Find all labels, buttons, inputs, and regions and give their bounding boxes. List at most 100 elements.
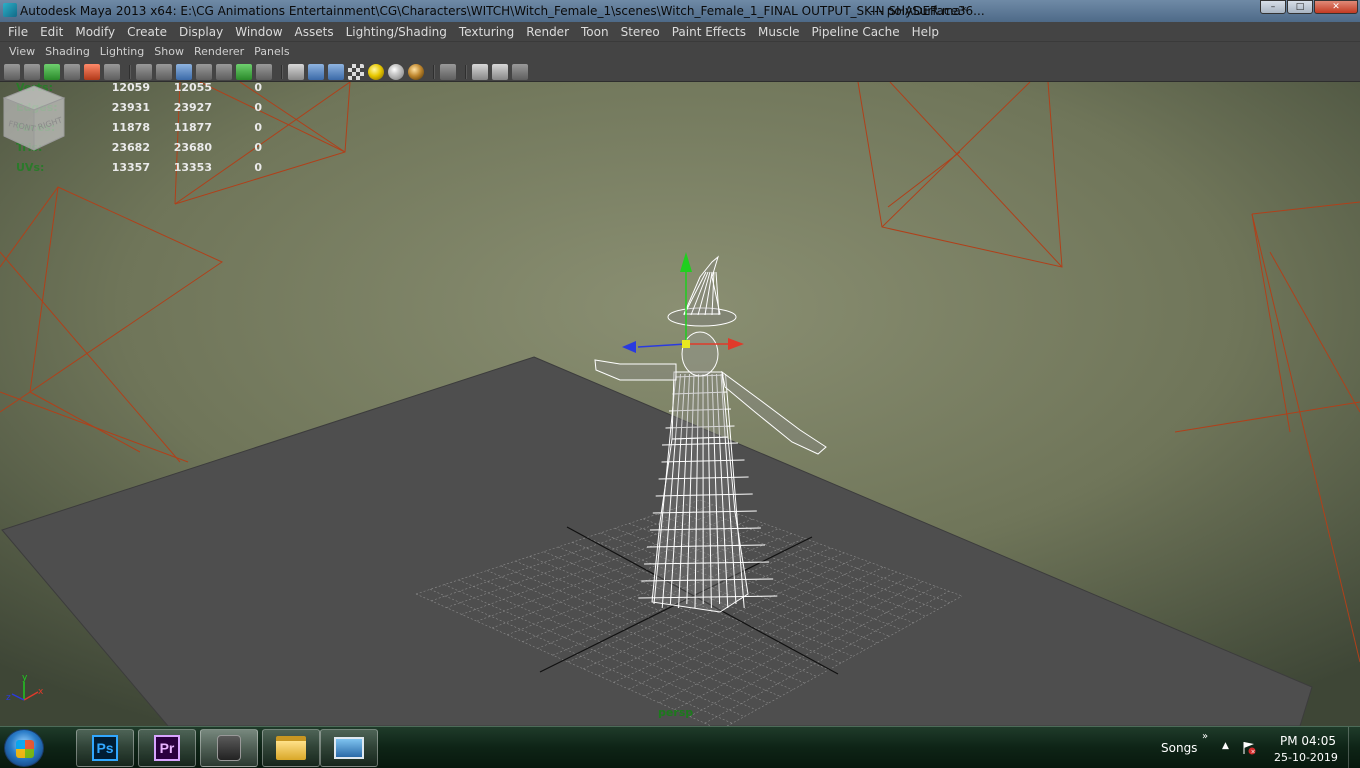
toolbar-separator xyxy=(129,64,131,79)
field-chart-icon[interactable] xyxy=(216,63,232,80)
default-light-icon[interactable] xyxy=(368,63,384,80)
grease-pencil-icon[interactable] xyxy=(104,63,120,80)
menu-pipeline-cache[interactable]: Pipeline Cache xyxy=(806,22,906,42)
axis-x-label: x xyxy=(38,687,44,697)
taskbar-maya[interactable] xyxy=(200,729,258,767)
panel-menu-view[interactable]: View xyxy=(4,42,40,62)
image-plane-icon[interactable] xyxy=(64,63,80,80)
menu-assets[interactable]: Assets xyxy=(289,22,340,42)
safe-title-icon[interactable] xyxy=(256,63,272,80)
menu-paint-effects[interactable]: Paint Effects xyxy=(666,22,752,42)
wireframe-on-shaded-icon[interactable] xyxy=(328,63,344,80)
panel-menu-renderer[interactable]: Renderer xyxy=(189,42,249,62)
menu-display[interactable]: Display xyxy=(173,22,229,42)
hud-value: 23680 xyxy=(173,141,212,154)
wireframe-icon[interactable] xyxy=(288,63,304,80)
hud-label: UVs: xyxy=(16,161,45,174)
safe-action-icon[interactable] xyxy=(236,63,252,80)
xray-joints-icon[interactable] xyxy=(492,63,508,80)
xray-icon[interactable] xyxy=(472,63,488,80)
clock-time[interactable]: PM 04:05 xyxy=(1280,734,1336,748)
hud-value: 0 xyxy=(254,121,262,134)
camera-select-icon[interactable] xyxy=(4,63,20,80)
hud-value: 0 xyxy=(254,161,262,174)
panel-menu-lighting[interactable]: Lighting xyxy=(95,42,149,62)
premiere-icon: Pr xyxy=(154,735,180,761)
main-menubar: File Edit Modify Create Display Window A… xyxy=(0,22,1360,42)
perspective-viewport[interactable]: y x z Verts: 12059 12055 0 Edges: 23931 … xyxy=(0,82,1360,726)
hud-value: 0 xyxy=(254,141,262,154)
hud-value: 11878 xyxy=(111,121,150,134)
show-hidden-icons-icon[interactable]: ▲ xyxy=(1222,741,1229,751)
taskbar-photoshop[interactable]: Ps xyxy=(76,729,134,767)
isolate-select-icon[interactable] xyxy=(440,63,456,80)
toolbar-separator xyxy=(281,64,283,79)
minimize-icon[interactable]: – xyxy=(1260,0,1286,14)
maya-app-window: Autodesk Maya 2013 x64: E:\CG Animations… xyxy=(0,0,1360,768)
shadows-icon[interactable] xyxy=(408,63,424,80)
hud-value: 12055 xyxy=(173,82,212,94)
system-tray: Songs » ▲ × PM 04:05 25-10-2019 xyxy=(1150,727,1360,768)
taskbar-premiere[interactable]: Pr xyxy=(138,729,196,767)
hud-value: 0 xyxy=(254,82,262,94)
menu-help[interactable]: Help xyxy=(906,22,945,42)
tray-toolbar-label[interactable]: Songs xyxy=(1161,741,1197,755)
bookmark-icon[interactable] xyxy=(44,63,60,80)
panel-toolbar xyxy=(0,62,1360,82)
menu-texturing[interactable]: Texturing xyxy=(453,22,520,42)
menu-muscle[interactable]: Muscle xyxy=(752,22,806,42)
hud-value: 23927 xyxy=(173,101,212,114)
view-cube[interactable]: FRONT RIGHT xyxy=(0,82,68,152)
gate-mask-icon[interactable] xyxy=(196,63,212,80)
panel-menu-show[interactable]: Show xyxy=(149,42,189,62)
high-quality-icon[interactable] xyxy=(512,63,528,80)
all-lights-icon[interactable] xyxy=(388,63,404,80)
toolbar-separator xyxy=(433,64,435,79)
menu-create[interactable]: Create xyxy=(121,22,173,42)
svg-text:×: × xyxy=(1251,749,1256,756)
panel-menu-panels[interactable]: Panels xyxy=(249,42,294,62)
textured-icon[interactable] xyxy=(348,63,364,80)
hud-value: 0 xyxy=(254,101,262,114)
menu-file[interactable]: File xyxy=(2,22,34,42)
photoshop-icon: Ps xyxy=(92,735,118,761)
hud-value: 11877 xyxy=(173,121,212,134)
menu-edit[interactable]: Edit xyxy=(34,22,69,42)
smooth-shade-icon[interactable] xyxy=(308,63,324,80)
menu-toon[interactable]: Toon xyxy=(575,22,615,42)
menu-render[interactable]: Render xyxy=(520,22,575,42)
maya-app-icon xyxy=(3,3,17,17)
hud-value: 23682 xyxy=(111,141,150,154)
two-d-pan-icon[interactable] xyxy=(84,63,100,80)
hud-value: 13353 xyxy=(173,161,212,174)
toolbar-separator xyxy=(465,64,467,79)
taskbar-photo-viewer[interactable] xyxy=(320,729,378,767)
window-title: Autodesk Maya 2013 x64: E:\CG Animations… xyxy=(20,4,967,18)
menu-stereo[interactable]: Stereo xyxy=(615,22,666,42)
show-desktop-button[interactable] xyxy=(1348,727,1360,768)
clock-date[interactable]: 25-10-2019 xyxy=(1274,751,1338,764)
panel-menubar: View Shading Lighting Show Renderer Pane… xyxy=(0,42,1360,62)
taskbar-explorer[interactable] xyxy=(262,729,320,767)
camera-name-label: persp xyxy=(658,706,694,719)
selection-info: --- polySurface36... xyxy=(870,4,985,18)
film-gate-icon[interactable] xyxy=(156,63,172,80)
maximize-icon[interactable]: □ xyxy=(1287,0,1313,14)
camera-attributes-icon[interactable] xyxy=(24,63,40,80)
windows-logo-icon xyxy=(16,740,34,758)
axis-y-label: y xyxy=(22,673,28,683)
menu-window[interactable]: Window xyxy=(229,22,288,42)
menu-modify[interactable]: Modify xyxy=(69,22,121,42)
toolbar-chevron-icon[interactable]: » xyxy=(1202,731,1208,742)
grid-icon[interactable] xyxy=(136,63,152,80)
action-center-flag-icon[interactable]: × xyxy=(1242,741,1256,755)
resolution-gate-icon[interactable] xyxy=(176,63,192,80)
panel-menu-shading[interactable]: Shading xyxy=(40,42,95,62)
start-button[interactable] xyxy=(4,729,44,767)
hud-value: 12059 xyxy=(111,82,150,94)
folder-icon xyxy=(276,736,306,760)
windows-taskbar: Ps Pr Songs » ▲ × PM 04:05 25-10-2019 xyxy=(0,726,1360,768)
menu-lighting-shading[interactable]: Lighting/Shading xyxy=(340,22,453,42)
hud-value: 23931 xyxy=(111,101,150,114)
close-icon[interactable]: ✕ xyxy=(1314,0,1358,14)
